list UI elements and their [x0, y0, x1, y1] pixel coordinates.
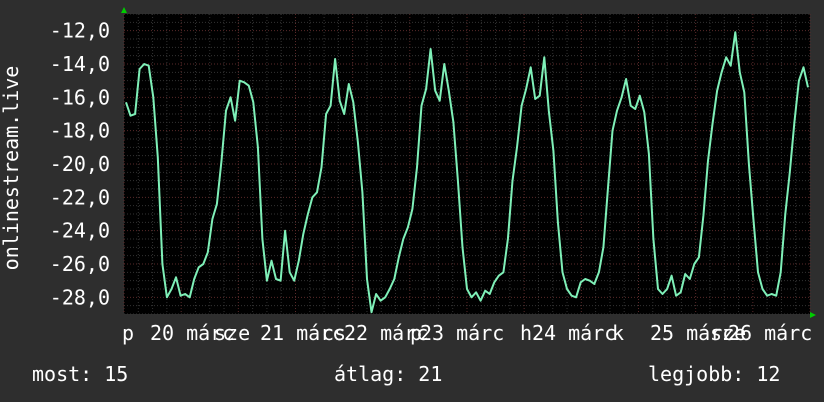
x-tick-label: 23 márc	[420, 321, 504, 345]
x-tick-labels: p 20 márcsze 21 márccs22 márcp23 márc h 24 m…	[122, 321, 812, 345]
y-tick-label: -16,0	[50, 85, 110, 109]
x-tick-label: h	[520, 321, 532, 345]
y-tick-label: -18,0	[50, 119, 110, 143]
current-value: most: 15	[32, 362, 129, 386]
line-chart: -12,0 -14,0 -16,0 -18,0 -20,0 -22,0 -24,0 -26,0…	[0, 7, 816, 345]
y-axis-label: onlinestream.live	[0, 66, 23, 271]
y-tick-label: -20,0	[50, 152, 110, 176]
y-tick-label: -24,0	[50, 219, 110, 243]
x-tick-label: cs	[322, 321, 346, 345]
x-tick-label: 24 márc	[532, 321, 616, 345]
y-tick-label: -12,0	[50, 19, 110, 43]
y-tick-label: -22,0	[50, 185, 110, 209]
y-axis-arrow	[121, 7, 127, 13]
best-value: legjobb: 12	[648, 362, 781, 386]
y-tick-label: -28,0	[50, 285, 110, 309]
x-tick-label: sze	[214, 321, 250, 345]
y-tick-label: -14,0	[50, 52, 110, 76]
x-tick-label: p	[122, 321, 134, 345]
x-tick-label: k	[612, 321, 624, 345]
y-tick-labels: -12,0 -14,0 -16,0 -18,0 -20,0 -22,0 -24,0 -26,0…	[50, 19, 110, 310]
y-tick-label: -26,0	[50, 252, 110, 276]
x-axis-arrow	[810, 312, 816, 318]
average-value: átlag: 21	[334, 362, 443, 386]
x-tick-label: 26 márc	[728, 321, 812, 345]
